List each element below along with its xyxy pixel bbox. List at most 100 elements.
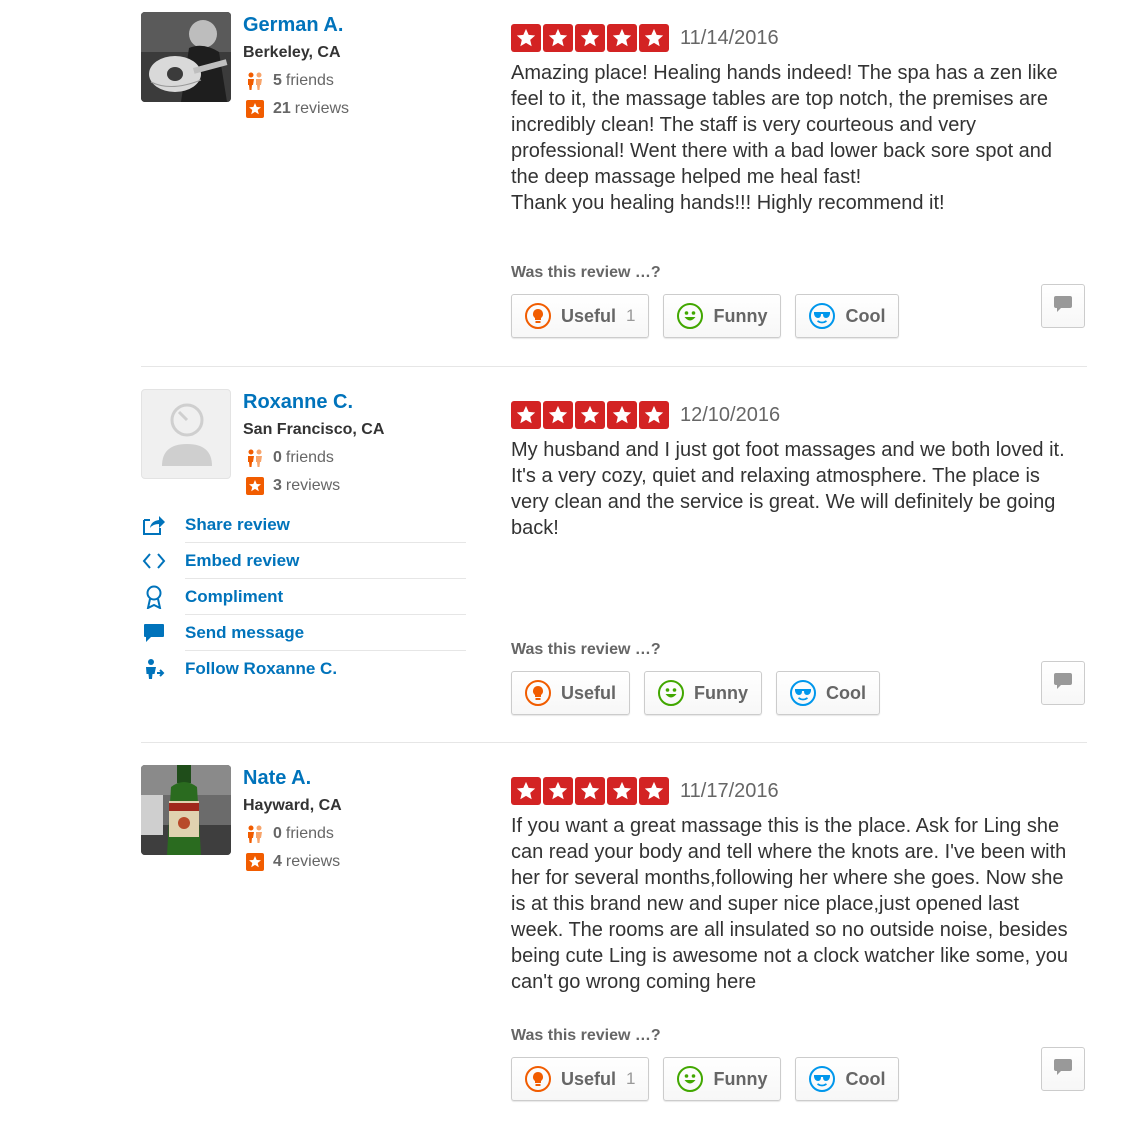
feedback-question: Was this review …?: [511, 1027, 661, 1044]
embed-review-link[interactable]: Embed review: [141, 543, 466, 579]
star-icon: [607, 401, 637, 429]
share-review-link[interactable]: Share review: [141, 507, 466, 543]
comment-button[interactable]: [1041, 1047, 1085, 1091]
reviews-number: 21: [273, 100, 291, 117]
review-star-icon: [245, 852, 265, 872]
vote-buttons: Useful Funny Cool: [511, 661, 1087, 717]
star-rating: [511, 24, 669, 52]
friends-icon: [245, 448, 265, 468]
star-icon: [575, 777, 605, 805]
star-icon: [511, 777, 541, 805]
user-info: Roxanne C. San Francisco, CA 0 friends 3…: [243, 389, 384, 500]
star-rating: [511, 401, 669, 429]
useful-button[interactable]: Useful 1: [511, 294, 650, 338]
user-location: Berkeley, CA: [243, 44, 341, 61]
funny-button[interactable]: Funny: [663, 1057, 782, 1101]
star-icon: [639, 777, 669, 805]
star-icon: [511, 401, 541, 429]
reviews-label: reviews: [285, 477, 341, 494]
speech-bubble-icon: [1053, 672, 1073, 695]
review-date: 11/14/2016: [680, 26, 779, 49]
cool-button[interactable]: Cool: [776, 671, 881, 715]
share-review-label: Share review: [185, 515, 290, 534]
star-icon: [575, 24, 605, 52]
embed-icon: [141, 548, 167, 574]
friends-icon: [245, 71, 265, 91]
review-actions: Share review Embed review Compliment Sen…: [141, 507, 466, 687]
sunglasses-icon: [809, 1066, 836, 1092]
comment-button[interactable]: [1041, 284, 1085, 328]
review-date: 11/17/2016: [680, 779, 779, 802]
lightbulb-icon: [525, 1066, 551, 1092]
avatar-placeholder[interactable]: [141, 389, 231, 479]
feedback-question: Was this review …?: [511, 264, 661, 281]
review-feedback: Was this review …? Useful 1 Funny Cool: [511, 262, 1087, 340]
rating-row: 11/14/2016: [511, 24, 1087, 52]
star-icon: [575, 401, 605, 429]
funny-label: Funny: [713, 1068, 768, 1089]
follow-icon: [141, 656, 167, 682]
divider: [185, 650, 466, 651]
embed-review-label: Embed review: [185, 551, 300, 570]
review-star-icon: [245, 476, 265, 496]
vote-buttons: Useful 1 Funny Cool: [511, 284, 1087, 340]
send-message-link[interactable]: Send message: [141, 615, 466, 651]
avatar[interactable]: [141, 12, 231, 102]
friends-number: 0: [273, 449, 282, 466]
friends-icon: [245, 824, 265, 844]
funny-button[interactable]: Funny: [644, 671, 763, 715]
reviews-count: 4 reviews: [243, 848, 342, 876]
star-rating: [511, 777, 669, 805]
review-content: 11/17/2016 If you want a great massage t…: [511, 777, 1087, 995]
lightbulb-icon: [525, 680, 551, 706]
review-content: 12/10/2016 My husband and I just got foo…: [511, 401, 1087, 541]
review-date: 12/10/2016: [680, 403, 781, 426]
compliment-link[interactable]: Compliment: [141, 579, 466, 615]
reviews-label: reviews: [285, 853, 341, 870]
friends-number: 5: [273, 72, 282, 89]
reviews-count: 3 reviews: [243, 472, 384, 500]
smiley-icon: [658, 680, 685, 706]
lightbulb-icon: [525, 303, 551, 329]
user-name[interactable]: Roxanne C.: [243, 389, 384, 415]
speech-bubble-icon: [1053, 1058, 1073, 1081]
smiley-icon: [677, 303, 704, 329]
review-feedback: Was this review …? Useful 1 Funny Cool: [511, 1025, 1087, 1103]
useful-button[interactable]: Useful: [511, 671, 631, 715]
cool-button[interactable]: Cool: [795, 294, 900, 338]
review: Roxanne C. San Francisco, CA 0 friends 3…: [141, 366, 1087, 742]
star-icon: [639, 401, 669, 429]
review-content: 11/14/2016 Amazing place! Healing hands …: [511, 24, 1087, 216]
cool-label: Cool: [826, 682, 867, 703]
user-location: Hayward, CA: [243, 797, 342, 814]
share-icon: [141, 512, 167, 538]
reviews-label: reviews: [294, 100, 350, 117]
sunglasses-icon: [790, 680, 817, 706]
star-icon: [607, 777, 637, 805]
funny-button[interactable]: Funny: [663, 294, 782, 338]
user-name[interactable]: Nate A.: [243, 765, 342, 791]
avatar[interactable]: [141, 765, 231, 855]
cool-label: Cool: [845, 1068, 886, 1089]
useful-count: 1: [626, 306, 636, 325]
useful-count: 1: [626, 1069, 636, 1088]
cool-button[interactable]: Cool: [795, 1057, 900, 1101]
friends-label: friends: [285, 825, 334, 842]
review-feedback: Was this review …? Useful Funny Cool: [511, 639, 1087, 717]
rating-row: 11/17/2016: [511, 777, 1087, 805]
send-message-label: Send message: [185, 623, 305, 642]
comment-button[interactable]: [1041, 661, 1085, 705]
follow-user-link[interactable]: Follow Roxanne C.: [141, 651, 466, 687]
vote-buttons: Useful 1 Funny Cool: [511, 1047, 1087, 1103]
user-name[interactable]: German A.: [243, 12, 349, 38]
friends-number: 0: [273, 825, 282, 842]
friends-count: 5 friends: [243, 67, 349, 95]
user-location: San Francisco, CA: [243, 421, 385, 438]
cool-label: Cool: [845, 305, 886, 326]
star-icon: [511, 24, 541, 52]
feedback-question: Was this review …?: [511, 641, 661, 658]
speech-bubble-icon: [1053, 295, 1073, 318]
useful-button[interactable]: Useful 1: [511, 1057, 650, 1101]
review-text: If you want a great massage this is the …: [511, 815, 1068, 993]
review-star-icon: [245, 99, 265, 119]
